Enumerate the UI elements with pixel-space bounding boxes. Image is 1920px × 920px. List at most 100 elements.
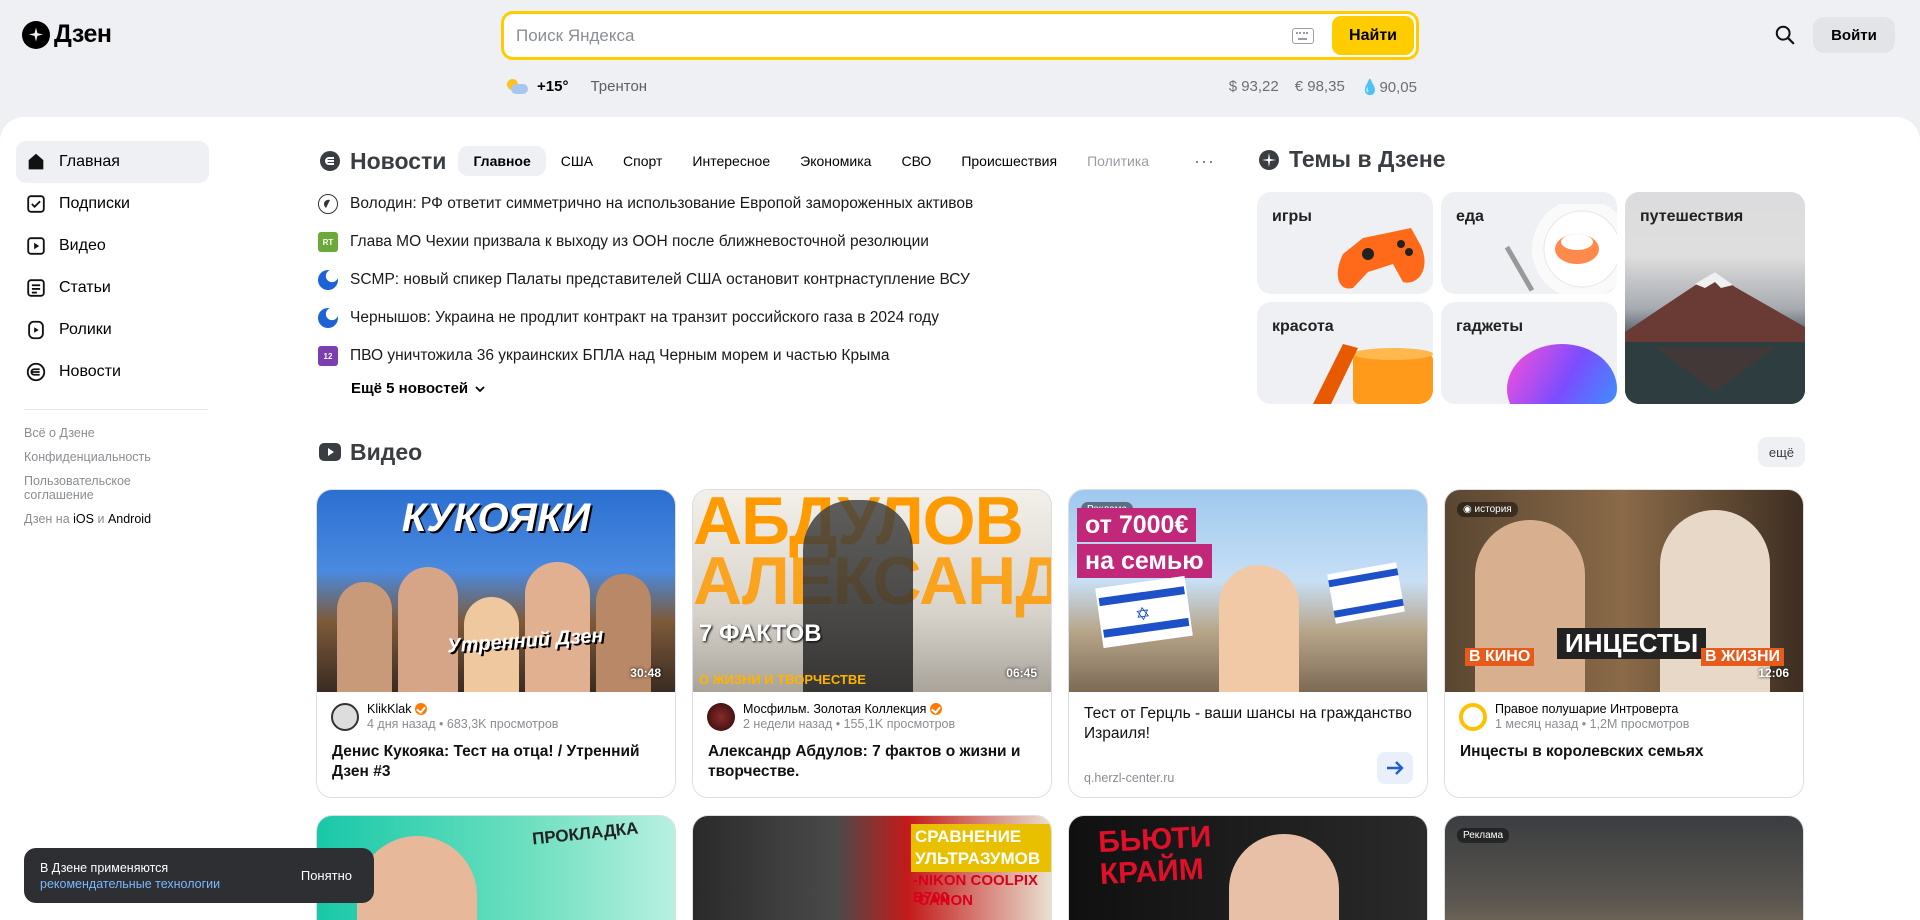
tab-sport[interactable]: Спорт	[608, 146, 677, 176]
news-item-text: ПВО уничтожила 36 украинских БПЛА над Че…	[350, 347, 890, 364]
ad-card[interactable]: Реклама от 7000€ на семью ✡ Тест от Герц…	[1068, 489, 1428, 798]
channel-avatar[interactable]	[1459, 703, 1487, 731]
news-icon	[26, 362, 46, 382]
ad-thumb-text-2: на семью	[1077, 544, 1212, 578]
link-about-dzen[interactable]: Всё о Дзене	[16, 426, 209, 440]
theme-label: еда	[1456, 208, 1484, 225]
video-thumbnail[interactable]: СРАВНЕНИЕ УЛЬТРАЗУМОВ -NIKON COOLPIX B70…	[693, 816, 1051, 920]
tab-incidents[interactable]: Происшествия	[946, 146, 1072, 176]
news-item[interactable]: SCMP: новый спикер Палаты представителей…	[318, 261, 1238, 299]
video-meta: 4 дня назад • 683,3K просмотров	[367, 717, 559, 731]
channel-name[interactable]: KlikKlak	[367, 702, 558, 716]
video-card[interactable]: АБДУЛОВ АЛЕКСАНДР 7 ФАКТОВ О ЖИЗНИ И ТВО…	[692, 489, 1052, 798]
toast-ok-button[interactable]: Понятно	[301, 868, 352, 883]
smart-speaker-image	[1507, 344, 1617, 404]
category-badge: ◉ история	[1457, 502, 1518, 517]
tab-economy[interactable]: Экономика	[785, 146, 886, 176]
sidebar-item-label: Статьи	[59, 279, 111, 296]
theme-label: игры	[1272, 208, 1312, 225]
news-item-text: Чернышов: Украина не продлит контракт на…	[350, 309, 939, 326]
more-tabs-icon[interactable]: ···	[1194, 151, 1215, 172]
theme-travel[interactable]: путешествия	[1625, 192, 1805, 404]
news-item[interactable]: Володин: РФ ответит симметрично на испол…	[318, 185, 1238, 223]
video-card[interactable]: СРАВНЕНИЕ УЛЬТРАЗУМОВ -NIKON COOLPIX B70…	[692, 815, 1052, 920]
sidebar-item-shorts[interactable]: Ролики	[16, 309, 209, 351]
video-thumbnail[interactable]: КУКОЯКИ Утренний Дзен 30:48	[317, 490, 675, 692]
gamepad-image	[1337, 228, 1425, 289]
recommendation-tech-link[interactable]: рекомендательные технологии	[40, 877, 220, 891]
tab-politics[interactable]: Политика	[1072, 146, 1164, 176]
apps-prefix: Дзен на	[24, 512, 70, 526]
keyboard-icon[interactable]	[1292, 27, 1315, 44]
video-title-text[interactable]: Александр Абдулов: 7 фактов о жизни и тв…	[693, 736, 1051, 782]
video-title[interactable]: Видео	[318, 439, 422, 466]
weather-widget[interactable]: +15° Трентон	[505, 78, 647, 95]
theme-label: красота	[1272, 318, 1334, 335]
sidebar-item-subscriptions[interactable]: Подписки	[16, 183, 209, 225]
arrow-right-icon[interactable]	[1377, 752, 1413, 784]
link-privacy[interactable]: Конфиденциальность	[16, 450, 209, 464]
thumbnail-subtext-2: О ЖИЗНИ И ТВОРЧЕСТВЕ	[699, 672, 866, 687]
news-item[interactable]: Чернышов: Украина не продлит контракт на…	[318, 299, 1238, 337]
themes-section: Темы в Дзене игры еда путешествия красот…	[1257, 146, 1805, 404]
shorts-icon	[28, 320, 44, 340]
tab-main[interactable]: Главное	[458, 146, 546, 176]
ad-card[interactable]: Реклама	[1444, 815, 1804, 920]
sidebar-item-home[interactable]: Главная	[16, 141, 209, 183]
video-thumbnail[interactable]: АБДУЛОВ АЛЕКСАНДР 7 ФАКТОВ О ЖИЗНИ И ТВО…	[693, 490, 1051, 692]
theme-gadgets[interactable]: гаджеты	[1441, 302, 1617, 404]
weather-partly-cloudy-icon	[505, 78, 529, 95]
channel12-logo-icon: 12	[318, 346, 338, 366]
themes-title-text: Темы в Дзене	[1289, 146, 1446, 172]
theme-label: путешествия	[1640, 208, 1744, 225]
tab-interesting[interactable]: Интересное	[677, 146, 785, 176]
currency-rates[interactable]: $ 93,22 € 98,35 💧90,05	[1229, 78, 1417, 96]
source-logo-icon	[318, 270, 338, 290]
news-item[interactable]: RT Глава МО Чехии призвала к выходу из О…	[318, 223, 1238, 261]
news-item[interactable]: 12 ПВО уничтожила 36 украинских БПЛА над…	[318, 337, 1238, 375]
more-news-button[interactable]: Ещё 5 новостей	[351, 380, 1238, 397]
link-ios[interactable]: iOS	[73, 512, 94, 526]
login-button[interactable]: Войти	[1813, 17, 1895, 53]
dzen-logo[interactable]: Дзен	[22, 20, 112, 49]
rate-usd: $ 93,22	[1228, 78, 1279, 95]
more-news-label: Ещё 5 новостей	[351, 380, 469, 397]
video-card[interactable]: КУКОЯКИ Утренний Дзен 30:48 KlikKlak 4 д…	[316, 489, 676, 798]
main-content: Главная Подписки Видео Статьи Ролики Нов…	[0, 117, 1920, 920]
channel-avatar[interactable]	[707, 703, 735, 731]
search-input[interactable]	[504, 14, 1293, 57]
video-card[interactable]: БЬЮТИ КРАЙМ	[1068, 815, 1428, 920]
tab-usa[interactable]: США	[546, 146, 608, 176]
video-title-text[interactable]: Денис Кукояка: Тест на отца! / Утренний …	[317, 736, 675, 782]
thumbnail-couple-image	[1475, 520, 1585, 692]
source-logo-icon	[318, 194, 338, 214]
channel-avatar[interactable]	[331, 703, 359, 731]
subscriptions-icon	[27, 195, 45, 213]
video-thumbnail[interactable]: БЬЮТИ КРАЙМ	[1069, 816, 1427, 920]
ad-title-text[interactable]: Тест от Герцль - ваши шансы на гражданст…	[1069, 692, 1427, 744]
sidebar-item-video[interactable]: Видео	[16, 225, 209, 267]
link-android[interactable]: Android	[108, 512, 151, 526]
toast-text: В Дзене применяются	[40, 860, 169, 875]
theme-games[interactable]: игры	[1257, 192, 1433, 294]
theme-food[interactable]: еда	[1441, 192, 1617, 294]
link-terms[interactable]: Пользовательское соглашение	[16, 474, 156, 502]
ad-thumbnail[interactable]: Реклама	[1445, 816, 1803, 920]
video-thumbnail[interactable]: ◉ история ИНЦЕСТЫ В КИНО В ЖИЗНИ 12:06	[1445, 490, 1803, 692]
channel-name[interactable]: Мосфильм. Золотая Коллекция	[743, 702, 955, 716]
sidebar-item-news[interactable]: Новости	[16, 351, 209, 393]
more-videos-button[interactable]: ещё	[1757, 437, 1805, 467]
ad-thumbnail[interactable]: Реклама от 7000€ на семью ✡	[1069, 490, 1427, 692]
video-meta: 1 месяц назад • 1,2M просмотров	[1495, 717, 1690, 731]
news-title[interactable]: Новости	[318, 148, 446, 175]
video-title-text[interactable]: Инцесты в королевских семьях	[1445, 736, 1803, 762]
channel-name[interactable]: Правое полушарие Интроверта	[1495, 702, 1689, 716]
ad-url[interactable]: q.herzl-center.ru	[1084, 771, 1174, 785]
cookie-toast: В Дзене применяются рекомендательные тех…	[24, 848, 374, 903]
tab-svo[interactable]: СВО	[886, 146, 946, 176]
search-icon[interactable]	[1774, 24, 1796, 46]
video-card[interactable]: ◉ история ИНЦЕСТЫ В КИНО В ЖИЗНИ 12:06 П…	[1444, 489, 1804, 798]
theme-beauty[interactable]: красота	[1257, 302, 1433, 404]
sidebar-item-articles[interactable]: Статьи	[16, 267, 209, 309]
search-button[interactable]: Найти	[1332, 16, 1414, 55]
